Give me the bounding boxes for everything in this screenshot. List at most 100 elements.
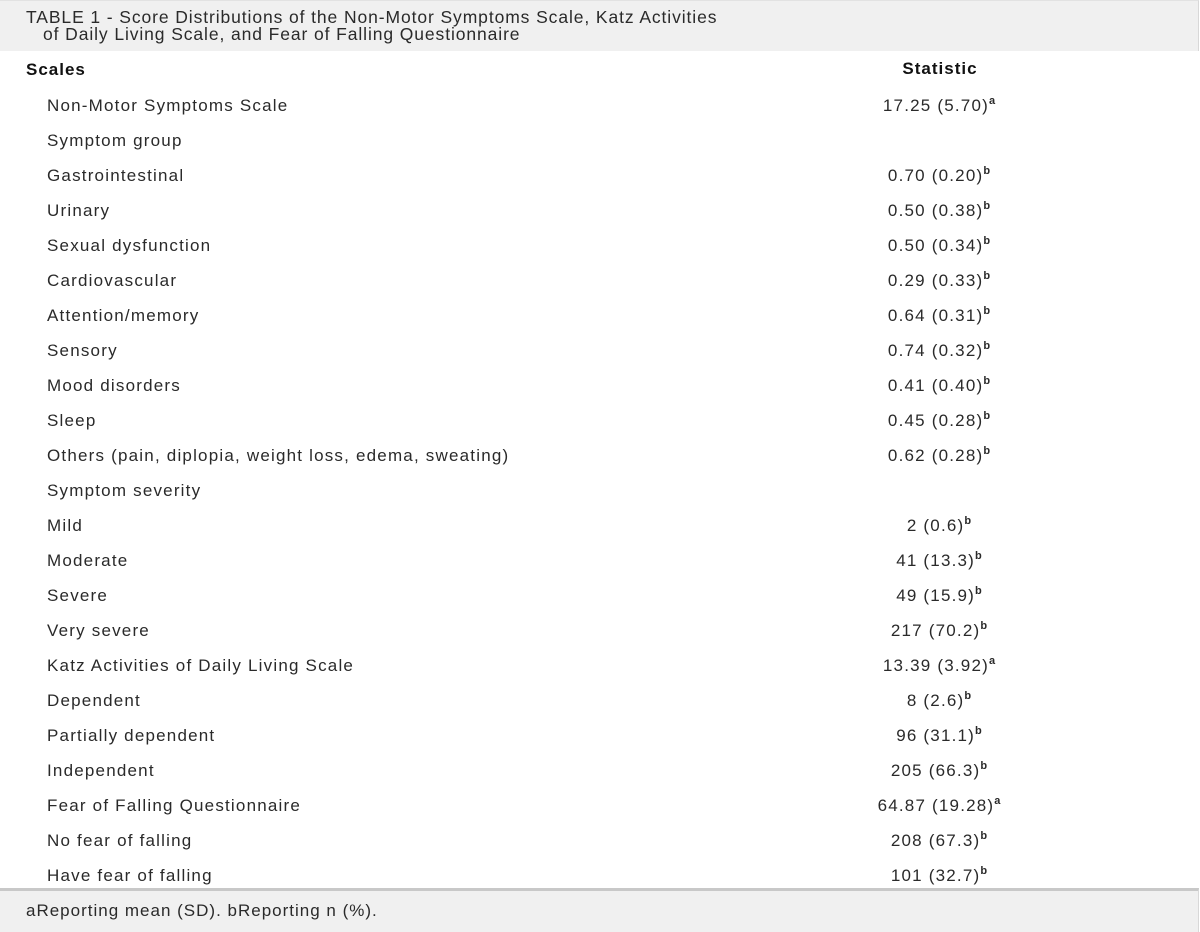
row-label: Independent — [47, 760, 155, 780]
footnote-marker: b — [983, 304, 991, 317]
row-statistic: 96 (31.1)b — [740, 718, 1200, 753]
footnote-marker: b — [980, 619, 988, 632]
footnote-marker: b — [983, 164, 991, 177]
row-label: Partially dependent — [47, 725, 216, 745]
row-statistic — [740, 473, 1200, 508]
row-statistic: 0.45 (0.28)b — [740, 403, 1200, 438]
row-label: Cardiovascular — [47, 270, 178, 290]
row-statistic: 0.50 (0.38)b — [740, 193, 1200, 228]
table-row: Cardiovascular 0.29 (0.33)b — [0, 263, 1200, 298]
footnote-marker: b — [980, 864, 988, 877]
statistic-value: 0.70 (0.20) — [887, 165, 984, 185]
row-statistic: 49 (15.9)b — [740, 578, 1200, 613]
table-row: Others (pain, diplopia, weight loss, ede… — [0, 438, 1200, 473]
row-label: Gastrointestinal — [47, 165, 185, 185]
footnote-marker: b — [980, 829, 988, 842]
footnote-marker: b — [983, 374, 991, 387]
row-statistic: 13.39 (3.92)a — [740, 648, 1200, 683]
row-label: Fear of Falling Questionnaire — [47, 795, 302, 815]
row-label: Very severe — [47, 620, 150, 640]
row-label: Katz Activities of Daily Living Scale — [47, 655, 355, 675]
footnote-marker: b — [983, 199, 991, 212]
table-row: Mood disorders 0.41 (0.40)b — [0, 368, 1200, 403]
row-statistic: 2 (0.6)b — [740, 508, 1200, 543]
footnote-marker: b — [980, 759, 988, 772]
row-label: Attention/memory — [47, 305, 200, 325]
score-distribution-table: Scales Statistic Non-Motor Symptoms Scal… — [0, 50, 1200, 893]
table-row: Very severe 217 (70.2)b — [0, 613, 1200, 648]
table-row: Partially dependent 96 (31.1)b — [0, 718, 1200, 753]
row-statistic — [740, 123, 1200, 158]
table-row: Mild 2 (0.6)b — [0, 508, 1200, 543]
row-statistic: 0.74 (0.32)b — [740, 333, 1200, 368]
row-label: Sleep — [47, 410, 97, 430]
row-label: Symptom severity — [47, 480, 202, 500]
row-label: Dependent — [47, 690, 141, 710]
statistic-value: 101 (32.7) — [890, 865, 981, 885]
statistic-value: 208 (67.3) — [890, 830, 981, 850]
table-row: Dependent 8 (2.6)b — [0, 683, 1200, 718]
table-row: Moderate 41 (13.3)b — [0, 543, 1200, 578]
table-row: Urinary 0.50 (0.38)b — [0, 193, 1200, 228]
caption-text: TABLE 1 - Score Distributions of the Non… — [0, 1, 1198, 43]
row-label: Others (pain, diplopia, weight loss, ede… — [47, 445, 510, 465]
statistic-value: 0.50 (0.34) — [887, 235, 984, 255]
statistic-value: 0.74 (0.32) — [887, 340, 984, 360]
footnote-marker: b — [983, 269, 991, 282]
footnote-marker: a — [988, 654, 996, 667]
row-label: Mild — [47, 515, 83, 535]
statistic-value: 0.50 (0.38) — [887, 200, 984, 220]
data-table-wrapper: Scales Statistic Non-Motor Symptoms Scal… — [0, 50, 1200, 893]
caption-line-2: of Daily Living Scale, and Fear of Falli… — [43, 24, 521, 44]
table-row: Independent 205 (66.3)b — [0, 753, 1200, 788]
row-statistic: 17.25 (5.70)a — [740, 88, 1200, 123]
row-label: Non-Motor Symptoms Scale — [47, 95, 289, 115]
footnote-marker: a — [994, 794, 1001, 807]
statistic-value: 41 (13.3) — [896, 550, 976, 570]
footnote-marker: b — [975, 724, 982, 737]
statistic-value: 8 (2.6) — [906, 690, 965, 710]
footnote-marker: b — [964, 689, 972, 702]
table-row: Symptom group — [0, 123, 1200, 158]
statistic-value: 2 (0.6) — [906, 515, 965, 535]
footnote-marker: b — [983, 339, 991, 352]
row-statistic: 64.87 (19.28)a — [740, 788, 1200, 823]
row-label: Sensory — [47, 340, 118, 360]
header-row: Scales Statistic — [0, 50, 1200, 88]
statistic-value: 64.87 (19.28) — [877, 795, 995, 815]
row-label: Sexual dysfunction — [47, 235, 212, 255]
header-scales: Scales — [26, 60, 86, 79]
row-statistic: 0.64 (0.31)b — [740, 298, 1200, 333]
table-row: Sleep 0.45 (0.28)b — [0, 403, 1200, 438]
row-statistic: 0.50 (0.34)b — [740, 228, 1200, 263]
table-row: No fear of falling 208 (67.3)b — [0, 823, 1200, 858]
footnote-marker: b — [975, 549, 982, 562]
statistic-value: 0.41 (0.40) — [887, 375, 984, 395]
table-body: Non-Motor Symptoms Scale 17.25 (5.70)a Sym… — [0, 88, 1200, 893]
row-statistic: 205 (66.3)b — [740, 753, 1200, 788]
statistic-value: 0.62 (0.28) — [887, 445, 984, 465]
table-row: Katz Activities of Daily Living Scale 13.… — [0, 648, 1200, 683]
row-label: Urinary — [47, 200, 111, 220]
row-statistic: 8 (2.6)b — [740, 683, 1200, 718]
statistic-value: 0.29 (0.33) — [887, 270, 984, 290]
footnote-text: aReporting mean (SD). bReporting n (%). — [26, 901, 378, 920]
row-statistic: 217 (70.2)b — [740, 613, 1200, 648]
statistic-value: 0.64 (0.31) — [887, 305, 984, 325]
row-label: Severe — [47, 585, 109, 605]
row-statistic: 41 (13.3)b — [740, 543, 1200, 578]
statistic-value: 49 (15.9) — [896, 585, 976, 605]
footnote-marker: b — [975, 584, 982, 597]
row-statistic: 0.29 (0.33)b — [740, 263, 1200, 298]
table-row: Gastrointestinal 0.70 (0.20)b — [0, 158, 1200, 193]
header-statistic: Statistic — [902, 59, 978, 78]
table-row: Severe 49 (15.9)b — [0, 578, 1200, 613]
table-caption: TABLE 1 - Score Distributions of the Non… — [0, 0, 1199, 51]
statistic-value: 96 (31.1) — [896, 725, 976, 745]
statistic-value: 17.25 (5.70) — [882, 95, 989, 115]
table-row: Fear of Falling Questionnaire 64.87 (19.2… — [0, 788, 1200, 823]
statistic-value: 13.39 (3.92) — [882, 655, 989, 675]
table-footnote: aReporting mean (SD). bReporting n (%). — [0, 888, 1199, 932]
footnote-marker: b — [983, 234, 991, 247]
table-row: Sexual dysfunction 0.50 (0.34)b — [0, 228, 1200, 263]
